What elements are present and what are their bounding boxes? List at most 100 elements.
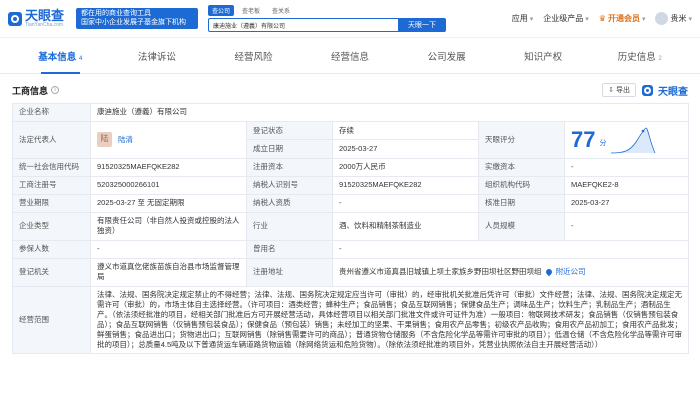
- table-row: 法定代表人 陆 陆清 登记状态 存续 天眼评分 77 分: [12, 120, 690, 159]
- nav-vip-label: 开通会员: [607, 14, 640, 23]
- tab-bar: 基本信息 4 法律诉讼 经营风险 经营信息 公司发展 知识产权 历史信息 2: [0, 38, 700, 74]
- score-label: 天眼评分: [478, 121, 565, 159]
- reg-capital-label: 注册资本: [246, 157, 333, 177]
- tab-development[interactable]: 公司发展: [398, 49, 495, 73]
- info-icon[interactable]: i: [51, 86, 60, 94]
- search-input[interactable]: [208, 18, 398, 32]
- nearby-companies-link[interactable]: 附近公司: [556, 267, 586, 276]
- section-header: 工商信息 i ⇩ 导出 天眼查: [12, 82, 688, 98]
- score-curve-icon: [611, 127, 656, 154]
- chevron-down-icon: ▾: [529, 15, 534, 23]
- tax-id: 91520325MAEFQKE282: [332, 175, 479, 195]
- taxpayer-qual-label: 纳税人资质: [246, 193, 333, 213]
- slogan-line-1: 都在用的商业查询工具: [81, 9, 151, 17]
- tab-label: 历史信息: [617, 52, 656, 63]
- export-icon: ⇩: [608, 87, 614, 94]
- score-cell[interactable]: 77 分: [563, 121, 690, 159]
- legal-rep-link[interactable]: 陆清: [118, 135, 133, 145]
- insured-label: 参保人数: [12, 239, 91, 259]
- chevron-down-icon: ▾: [585, 15, 589, 23]
- industry-label: 行业: [246, 211, 333, 241]
- reg-authority-label: 登记机关: [12, 257, 91, 287]
- search-button-label: 天眼一下: [408, 22, 436, 29]
- table-row: 营业期限 2025-03-27 至 无固定期限 纳税人资质 - 核准日期 202…: [12, 193, 690, 213]
- legal-rep-cell: 陆 陆清: [90, 121, 247, 159]
- nav-enterprise-label: 企业级产品: [543, 14, 584, 23]
- credit-code: 91520325MAEFQKE282: [90, 157, 247, 177]
- tab-legal[interactable]: 法律诉讼: [109, 49, 206, 73]
- tab-label: 基本信息: [38, 52, 77, 63]
- nav-enterprise[interactable]: 企业级产品 ▾: [543, 13, 589, 24]
- search-tabs: 查公司 查老板 查关系: [208, 5, 446, 16]
- approval-date: 2025-03-27: [563, 193, 690, 213]
- nav-app-label: 应用: [511, 14, 528, 23]
- address: 贵州省遵义市道真县旧城镇上坝土家族乡野田坝社区野田坝组: [339, 267, 542, 277]
- avatar: 陆: [97, 132, 112, 148]
- logo-icon: [8, 11, 22, 26]
- tab-label: 经营风险: [234, 52, 273, 63]
- legal-rep-label: 法定代表人: [12, 121, 91, 159]
- biz-term: 2025-03-27 至 无固定期限: [90, 193, 247, 213]
- top-nav: 应用 ▾ 企业级产品 ▾ ♛ 开通会员 ▾ 贵米 ▾: [512, 12, 692, 25]
- score-unit: 分: [599, 140, 607, 148]
- nav-vip[interactable]: ♛ 开通会员 ▾: [599, 13, 646, 24]
- tab-label: 经营信息: [331, 52, 370, 63]
- search-tab-company[interactable]: 查公司: [208, 5, 235, 16]
- staff-size: -: [563, 211, 690, 241]
- tab-label: 法律诉讼: [137, 52, 176, 63]
- score-value: 77: [571, 127, 596, 152]
- reg-no-label: 工商注册号: [12, 175, 91, 195]
- search-tab-relation[interactable]: 查关系: [268, 5, 294, 16]
- search-button[interactable]: 天眼一下: [398, 18, 446, 32]
- site-logo[interactable]: 天眼查 TianYanCha.com: [8, 9, 76, 28]
- status-badge: 存续: [332, 120, 479, 141]
- tab-history[interactable]: 历史信息 2: [591, 49, 688, 73]
- biz-term-label: 营业期限: [12, 193, 91, 213]
- paid-capital-label: 实缴资本: [478, 157, 565, 177]
- tab-ip[interactable]: 知识产权: [495, 49, 592, 73]
- export-label: 导出: [616, 87, 630, 94]
- business-info-table: 企业名称 康迪施业（遵義）有限公司 法定代表人 陆 陆清 登记状态 存续 天眼评…: [12, 103, 690, 355]
- tab-count: 4: [78, 56, 83, 62]
- business-info-section: 工商信息 i ⇩ 导出 天眼查 企业名称 康迪施业（遵義）有限公司 法定代表人 …: [0, 74, 700, 355]
- table-row: 工商注册号 520325000266101 纳税人识别号 91520325MAE…: [12, 175, 690, 195]
- search-tab-boss[interactable]: 查老板: [238, 5, 264, 16]
- table-row: 企业类型 有限责任公司（非自然人投资或控股的法人独资） 行业 酒、饮料和精制茶制…: [12, 211, 690, 241]
- company-type: 有限责任公司（非自然人投资或控股的法人独资）: [90, 211, 247, 241]
- insured: -: [90, 239, 247, 259]
- tab-basic-info[interactable]: 基本信息 4: [12, 49, 109, 74]
- slogan-banner: 都在用的商业查询工具 国家中小企业发展子基金旗下机构: [76, 7, 198, 30]
- tab-count: 2: [658, 56, 662, 62]
- credit-code-label: 统一社会信用代码: [12, 157, 91, 177]
- nav-user[interactable]: 贵米 ▾: [655, 12, 692, 25]
- slogan-line-2: 国家中小企业发展子基金旗下机构: [81, 18, 186, 26]
- table-row: 企业名称 康迪施业（遵義）有限公司: [12, 103, 690, 122]
- table-row: 经营范围 法律、法规、国务院决定规定禁止的不得经营；法律、法规、国务院决定规定应…: [12, 285, 690, 355]
- est-date: 2025-03-27: [332, 139, 479, 159]
- tab-label: 公司发展: [427, 52, 466, 63]
- org-code: MAEFQKE2-8: [563, 175, 690, 195]
- tab-operation[interactable]: 经营信息: [302, 49, 399, 73]
- avatar: [655, 12, 669, 25]
- nav-app[interactable]: 应用 ▾: [512, 13, 534, 24]
- tax-id-label: 纳税人识别号: [246, 175, 333, 195]
- export-button[interactable]: ⇩ 导出: [602, 83, 636, 97]
- address-label: 注册地址: [246, 257, 333, 287]
- est-date-label: 成立日期: [246, 139, 333, 159]
- logo-name: 天眼查: [25, 8, 65, 23]
- table-row: 参保人数 - 曾用名 -: [12, 239, 690, 259]
- logo-url: TianYanCha.com: [25, 22, 64, 28]
- tab-label: 知识产权: [524, 52, 563, 63]
- reg-capital: 2000万人民币: [332, 157, 479, 177]
- table-row: 登记机关 遵义市道真仡佬族苗族自治县市场监督管理局 注册地址 贵州省遵义市道真县…: [12, 257, 690, 287]
- brand-watermark: 天眼查: [642, 83, 688, 98]
- former-name: -: [331, 239, 690, 259]
- paid-capital: -: [563, 157, 690, 177]
- tab-risk[interactable]: 经营风险: [205, 49, 302, 73]
- map-pin-icon[interactable]: [544, 267, 553, 277]
- search-box: 天眼一下: [208, 18, 446, 32]
- reg-no: 520325000266101: [90, 175, 247, 195]
- company-name-label: 企业名称: [12, 103, 91, 122]
- top-header: 天眼查 TianYanCha.com 都在用的商业查询工具 国家中小企业发展子基…: [0, 0, 700, 38]
- org-code-label: 组织机构代码: [478, 175, 565, 195]
